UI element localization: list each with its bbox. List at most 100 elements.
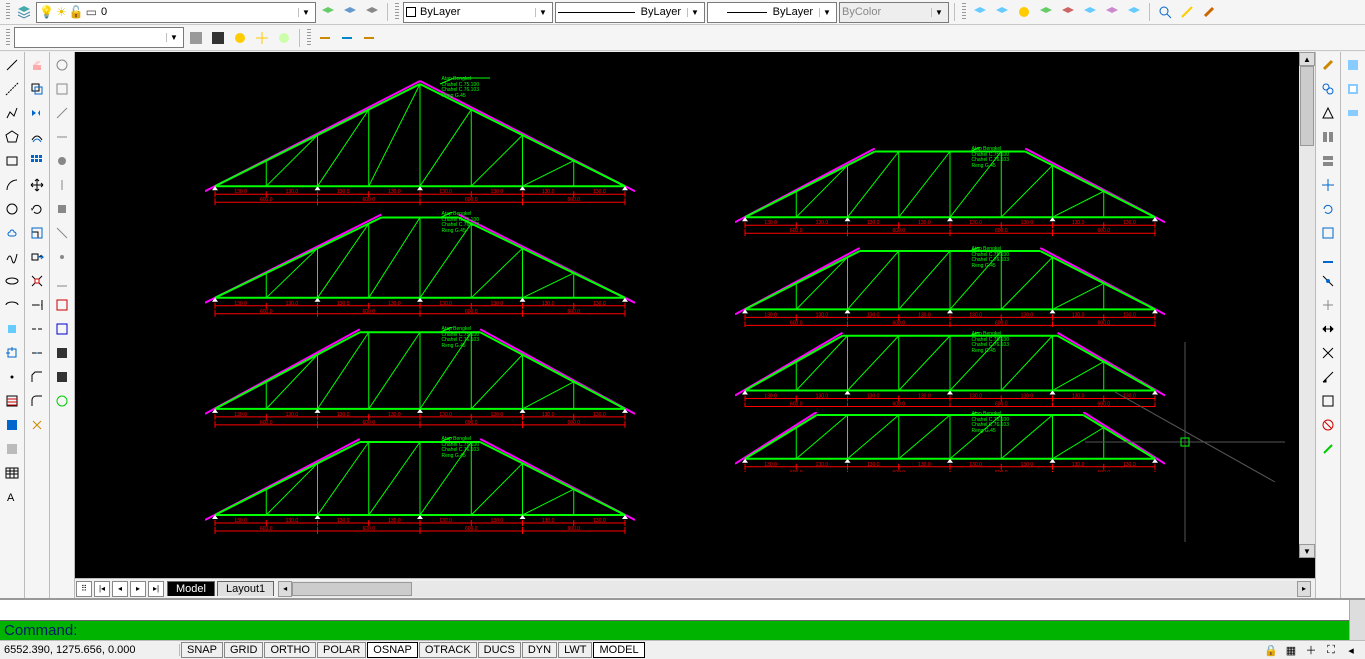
status-model[interactable]: MODEL bbox=[593, 642, 644, 658]
make-block-tool[interactable] bbox=[1, 342, 23, 364]
status-osnap[interactable]: OSNAP bbox=[367, 642, 418, 658]
drawing-canvas[interactable]: ▲ ▼ 130.0130.0130.0130.0130.0130.0130.01… bbox=[75, 52, 1315, 578]
tab-next-button[interactable]: ▸ bbox=[130, 581, 146, 597]
layer-button5[interactable] bbox=[1058, 2, 1078, 22]
hatch-tool[interactable] bbox=[1, 390, 23, 412]
copy-tool[interactable] bbox=[26, 78, 48, 100]
rp2-3[interactable] bbox=[1342, 102, 1364, 124]
rp2-2[interactable] bbox=[1342, 78, 1364, 100]
tab-last-button[interactable]: ▸| bbox=[148, 581, 164, 597]
trim-tool[interactable] bbox=[26, 270, 48, 292]
move-tool[interactable] bbox=[26, 174, 48, 196]
plotstyle-dropdown[interactable]: ByColor ▼ bbox=[839, 2, 949, 23]
paint-button[interactable] bbox=[1199, 2, 1219, 22]
tray-arrow-icon[interactable]: ◂ bbox=[1343, 642, 1359, 658]
status-ortho[interactable]: ORTHO bbox=[264, 642, 316, 658]
lock-icon[interactable]: 🔒 bbox=[1263, 642, 1279, 658]
linetype-dropdown[interactable]: ByLayer ▼ bbox=[555, 2, 705, 23]
grip[interactable] bbox=[962, 3, 966, 21]
ex1[interactable] bbox=[51, 54, 73, 76]
layerlck-button[interactable] bbox=[1036, 2, 1056, 22]
hscroll-thumb[interactable] bbox=[292, 582, 412, 596]
ex8[interactable] bbox=[51, 222, 73, 244]
tb2-btn6[interactable] bbox=[315, 28, 335, 48]
ex13[interactable] bbox=[51, 342, 73, 364]
tb2-btn7[interactable] bbox=[337, 28, 357, 48]
polyline-tool[interactable] bbox=[1, 102, 23, 124]
ex14[interactable] bbox=[51, 366, 73, 388]
ex2[interactable] bbox=[51, 78, 73, 100]
mirror-tool[interactable] bbox=[26, 102, 48, 124]
array-tool[interactable] bbox=[26, 150, 48, 172]
rp1-12[interactable] bbox=[1317, 318, 1339, 340]
rp1-14[interactable] bbox=[1317, 366, 1339, 388]
rp1-8[interactable] bbox=[1317, 222, 1339, 244]
status-dyn[interactable]: DYN bbox=[522, 642, 557, 658]
layer-button7[interactable] bbox=[1102, 2, 1122, 22]
insert-block-tool[interactable] bbox=[1, 318, 23, 340]
expand-icon[interactable]: ⛶ bbox=[1323, 642, 1339, 658]
grip[interactable] bbox=[395, 3, 399, 21]
layer-dropdown[interactable]: 💡 ☀ 🔓 ▭ 0 ▼ bbox=[36, 2, 316, 23]
status-grid[interactable]: GRID bbox=[224, 642, 264, 658]
command-history[interactable] bbox=[0, 600, 1349, 620]
zoom-extents-button[interactable] bbox=[1155, 2, 1175, 22]
rp1-15[interactable] bbox=[1317, 390, 1339, 412]
circle-tool[interactable] bbox=[1, 198, 23, 220]
tab-prev-button[interactable]: ◂ bbox=[112, 581, 128, 597]
grip[interactable] bbox=[6, 29, 10, 47]
tb2-btn2[interactable] bbox=[208, 28, 228, 48]
explode-tool[interactable] bbox=[26, 414, 48, 436]
color-dropdown[interactable]: ByLayer ▼ bbox=[403, 2, 553, 23]
table-tool[interactable] bbox=[1, 462, 23, 484]
fillet-tool[interactable] bbox=[26, 390, 48, 412]
ex5[interactable] bbox=[51, 150, 73, 172]
plus-icon[interactable]: ＋ bbox=[1303, 642, 1319, 658]
tab-model[interactable]: Model bbox=[167, 581, 215, 596]
lineweight-dropdown[interactable]: ByLayer ▼ bbox=[707, 2, 837, 23]
tab-first-button[interactable]: |◂ bbox=[94, 581, 110, 597]
break-tool[interactable] bbox=[26, 318, 48, 340]
spline-tool[interactable] bbox=[1, 246, 23, 268]
rp1-11[interactable] bbox=[1317, 294, 1339, 316]
ex11[interactable] bbox=[51, 294, 73, 316]
construction-line-tool[interactable] bbox=[1, 78, 23, 100]
rp1-5[interactable] bbox=[1317, 150, 1339, 172]
stretch-tool[interactable] bbox=[26, 246, 48, 268]
dimension-style-dropdown[interactable]: ▼ bbox=[14, 27, 184, 48]
rotate-tool[interactable] bbox=[26, 198, 48, 220]
join-tool[interactable] bbox=[26, 342, 48, 364]
grid-icon[interactable]: ▦ bbox=[1283, 642, 1299, 658]
layer-button6[interactable] bbox=[1080, 2, 1100, 22]
line-tool[interactable] bbox=[1, 54, 23, 76]
rp1-7[interactable] bbox=[1317, 198, 1339, 220]
point-tool[interactable] bbox=[1, 366, 23, 388]
tb2-btn1[interactable] bbox=[186, 28, 206, 48]
arc-tool[interactable] bbox=[1, 174, 23, 196]
polygon-tool[interactable] bbox=[1, 126, 23, 148]
rp1-10[interactable] bbox=[1317, 270, 1339, 292]
gradient-tool[interactable] bbox=[1, 414, 23, 436]
status-snap[interactable]: SNAP bbox=[181, 642, 223, 658]
grip[interactable] bbox=[307, 29, 311, 47]
chamfer-tool[interactable] bbox=[26, 366, 48, 388]
status-ducs[interactable]: DUCS bbox=[478, 642, 521, 658]
region-tool[interactable] bbox=[1, 438, 23, 460]
layer-match-button[interactable] bbox=[362, 2, 382, 22]
erase-tool[interactable] bbox=[26, 54, 48, 76]
rp2-1[interactable] bbox=[1342, 54, 1364, 76]
ex3[interactable] bbox=[51, 102, 73, 124]
status-otrack[interactable]: OTRACK bbox=[419, 642, 477, 658]
rp1-1[interactable] bbox=[1317, 54, 1339, 76]
palette-toggle-button[interactable]: ⠿ bbox=[76, 581, 92, 597]
scroll-right-arrow[interactable]: ▸ bbox=[1297, 581, 1311, 597]
dim-tool-button[interactable] bbox=[1177, 2, 1197, 22]
tab-layout1[interactable]: Layout1 bbox=[217, 581, 274, 596]
layer-button8[interactable] bbox=[1124, 2, 1144, 22]
ex4[interactable] bbox=[51, 126, 73, 148]
command-input[interactable]: Command: bbox=[0, 620, 1349, 640]
grip[interactable] bbox=[6, 3, 10, 21]
offset-tool[interactable] bbox=[26, 126, 48, 148]
extend-tool[interactable] bbox=[26, 294, 48, 316]
ex7[interactable] bbox=[51, 198, 73, 220]
